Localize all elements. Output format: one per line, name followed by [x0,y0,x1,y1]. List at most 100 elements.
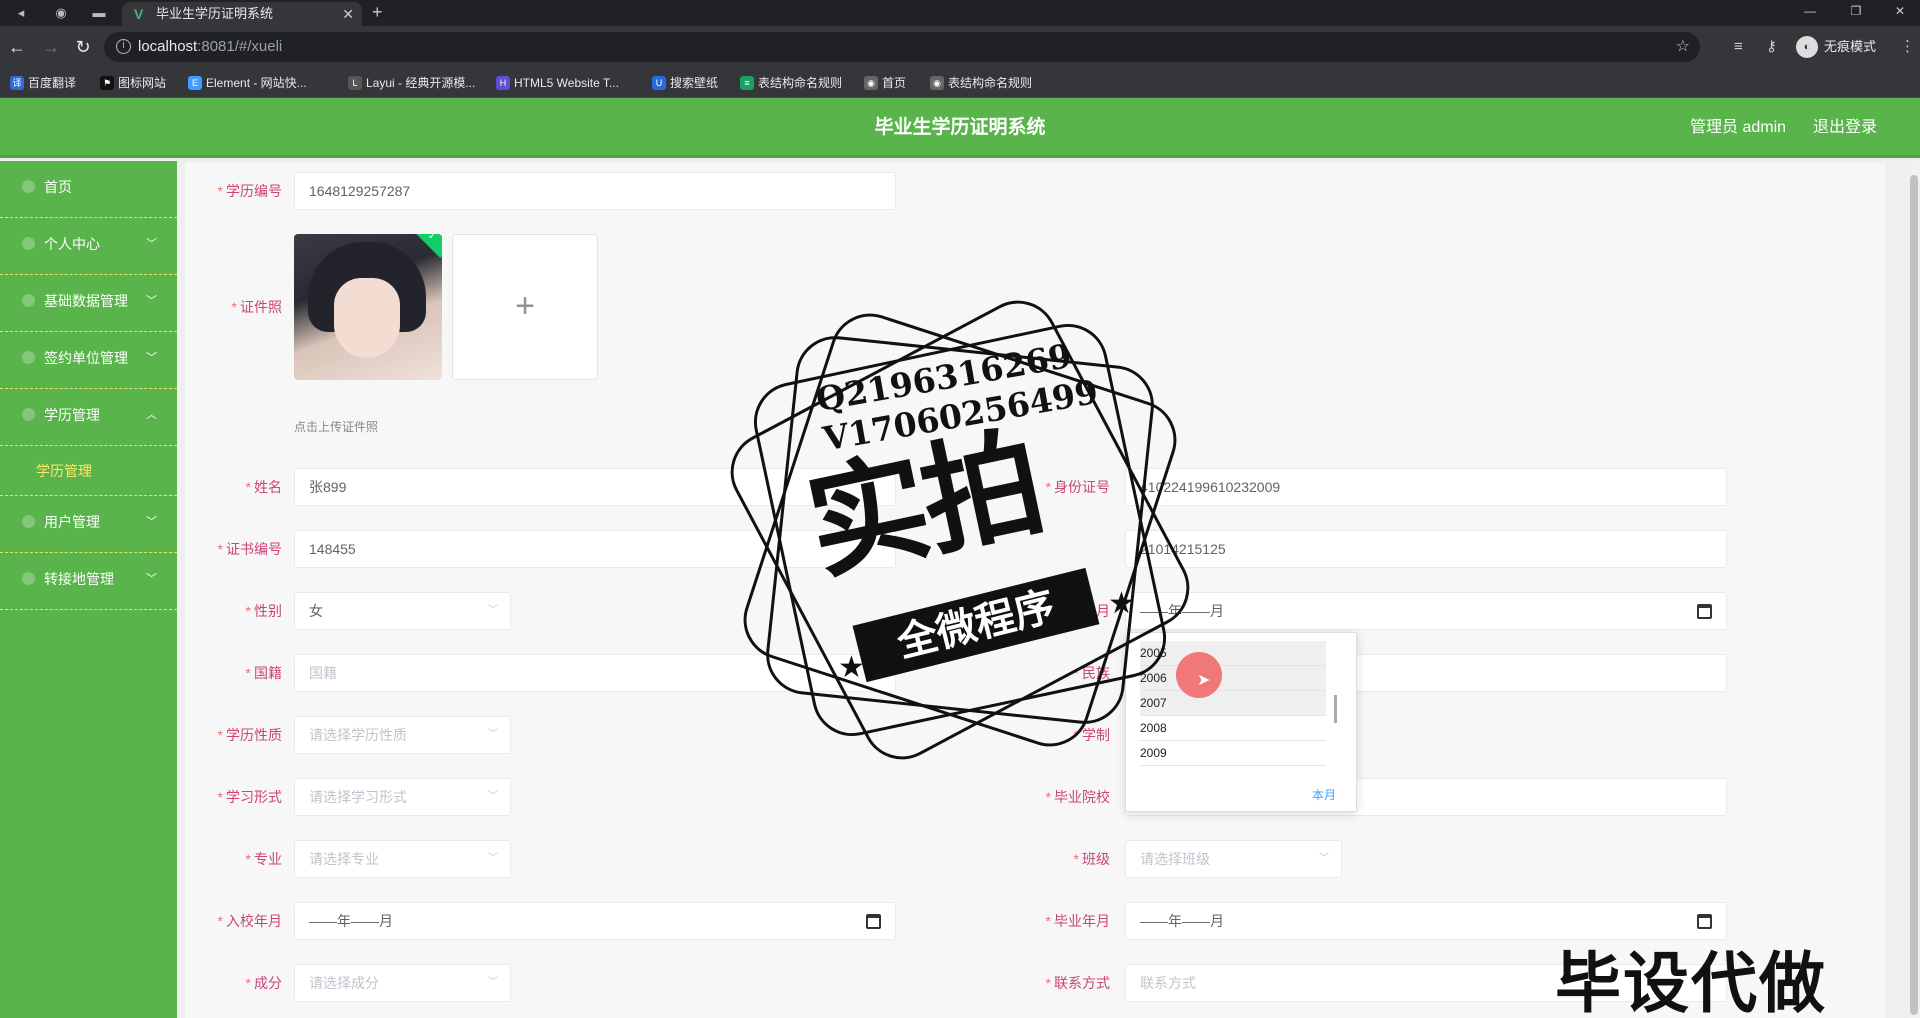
back-icon[interactable]: ← [6,36,28,58]
label-school: * 毕业院校 [1045,789,1110,805]
xueli-no-field[interactable]: 1648129257287 [294,172,896,210]
photo-upload-button[interactable]: + [452,234,598,380]
site-info-icon[interactable]: i [116,39,131,54]
wallpaper-icon: U [652,76,666,90]
bookmark-item[interactable]: ⚑ 图标网站 [100,68,166,98]
sidebar-item-users[interactable]: 用户管理 ﹀ [0,496,177,553]
minimize-icon[interactable]: — [1800,0,1820,22]
picker-scrollbar[interactable] [1334,695,1337,723]
chevron-down-icon: ﹀ [488,791,498,802]
bookmark-item[interactable]: ◉ 表结构命名规则 [930,68,1032,98]
year-option[interactable]: 2007 [1140,691,1326,716]
menu-dots-icon[interactable]: ⋮ [1900,38,1915,56]
chevron-down-icon: ﹀ [146,238,157,250]
speaker-icon[interactable]: ◂ [10,3,32,23]
tab-window-icon[interactable]: ▬ [88,3,110,23]
building-icon [22,351,35,364]
restore-icon[interactable]: ❐ [1846,0,1866,22]
element-icon: E [188,76,202,90]
url-field[interactable]: i localhost:8081/#/xueli ☆ [104,32,1700,62]
label-xueli-no: * 学历编号 [217,183,282,199]
calendar-icon[interactable] [1697,914,1712,929]
reading-list-icon[interactable]: ≡ [1734,38,1743,56]
year-option[interactable]: 2009 [1140,741,1326,766]
year-picker-dropdown: 2005 2006 2007 2008 2009 本月 [1125,632,1357,812]
html5-icon: H [496,76,510,90]
sidebar-item-home[interactable]: 首页 [0,161,177,218]
label-cert-no: * 证书编号 [217,541,282,557]
browser-tab[interactable]: V 毕业生学历证明系统 ✕ [122,2,362,26]
flag-icon: ⚑ [100,76,114,90]
globe-icon[interactable]: ◉ [50,3,72,23]
sheet-icon: ≡ [740,76,754,90]
label-name: * 姓名 [245,479,282,495]
reload-icon[interactable]: ↻ [72,36,94,58]
bookmark-item[interactable]: L Layui - 经典开源模... [348,68,475,98]
calendar-icon[interactable] [866,914,881,929]
year-option[interactable]: 2008 [1140,716,1326,741]
bookmark-item[interactable]: E Element - 网站快... [188,68,307,98]
gender-select[interactable]: 女 ﹀ [294,592,511,630]
study-form-select[interactable]: 请选择学习形式 ﹀ [294,778,511,816]
user-icon [22,237,35,250]
major-select[interactable]: 请选择专业 ﹀ [294,840,511,878]
upload-success-icon: ✓ [411,234,442,259]
label-composition: * 成分 [245,975,282,991]
edu-nature-select[interactable]: 请选择学历性质 ﹀ [294,716,511,754]
bookmark-item[interactable]: ◉ 首页 [864,68,906,98]
chevron-down-icon: ﹀ [146,295,157,307]
logout-link[interactable]: 退出登录 [1813,98,1877,158]
chevron-down-icon: ﹀ [146,516,157,528]
chevron-down-icon: ﹀ [146,352,157,364]
sidebar-item-education[interactable]: 学历管理 ︿ [0,389,177,446]
nationality-field[interactable]: 国籍 [294,654,896,692]
bookmark-star-icon[interactable]: ☆ [1676,32,1690,62]
chevron-down-icon: ﹀ [488,605,498,616]
incognito-icon: ◐ [1796,36,1818,58]
id-card-field[interactable]: 410224199610232009 [1125,468,1727,506]
forward-icon[interactable]: → [40,36,62,58]
incognito-indicator[interactable]: ◐ 无痕模式 [1796,34,1876,60]
calendar-icon[interactable] [1697,604,1712,619]
cert-no-field[interactable]: 148455 [294,530,896,568]
this-month-button[interactable]: 本月 [1312,786,1336,803]
new-tab-icon[interactable]: + [372,0,383,24]
page-scrollbar[interactable] [1908,161,1920,1018]
scrollbar-thumb[interactable] [1910,175,1918,1015]
label-birth: * 出生年月 [1045,603,1110,619]
address-bar: ← → ↻ i localhost:8081/#/xueli ☆ ≡ ⚷ ◐ 无… [0,26,1920,68]
bookmark-item[interactable]: H HTML5 Website T... [496,68,619,98]
chevron-down-icon: ﹀ [488,977,498,988]
close-tab-icon[interactable]: ✕ [342,2,354,26]
browser-tab-strip: ◂ ◉ ▬ V 毕业生学历证明系统 ✕ + — ❐ ✕ [0,0,1920,26]
bookmarks-bar: 译百度翻译 ⚑ 图标网站 E Element - 网站快... L Layui - 经… [0,68,1920,98]
label-graduate: * 毕业年月 [1045,913,1110,929]
name-field[interactable]: 张899 [294,468,896,506]
photo-upload-hint: 点击上传证件照 [294,420,379,434]
chevron-down-icon: ﹀ [1319,853,1329,864]
class-select[interactable]: 请选择班级 ﹀ [1125,840,1342,878]
enroll-month-field[interactable]: ——年——月 [294,902,896,940]
sidebar-item-transfer[interactable]: 转接地管理 ﹀ [0,553,177,610]
second-number-field[interactable]: 21014215125 [1125,530,1727,568]
sidebar-item-employer[interactable]: 签约单位管理 ﹀ [0,332,177,389]
sidebar-subitem-education-manage[interactable]: 学历管理 [0,446,177,496]
sidebar-item-personal[interactable]: 个人中心 ﹀ [0,218,177,275]
bookmark-item[interactable]: ≡ 表结构命名规则 [740,68,842,98]
bookmark-item[interactable]: U 搜索壁纸 [652,68,718,98]
home-icon [22,180,35,193]
birth-month-field[interactable]: ——年——月 [1125,592,1727,630]
year-option[interactable]: 2005 [1140,641,1326,666]
id-photo-thumbnail[interactable]: ✓ [294,234,442,380]
year-option[interactable]: 2006 [1140,666,1326,691]
window-close-icon[interactable]: ✕ [1890,0,1910,22]
key-icon[interactable]: ⚷ [1766,38,1777,56]
bookmark-item[interactable]: 译百度翻译 [10,68,76,98]
label-contact: * 联系方式 [1045,975,1110,991]
url-path: :8081/#/xueli [197,38,283,55]
sidebar-item-basic-data[interactable]: 基础数据管理 ﹀ [0,275,177,332]
label-study-form: * 学习形式 [217,789,282,805]
composition-select[interactable]: 请选择成分 ﹀ [294,964,511,1002]
vue-logo-icon: V [134,6,144,22]
translate-icon: 译 [10,76,24,90]
